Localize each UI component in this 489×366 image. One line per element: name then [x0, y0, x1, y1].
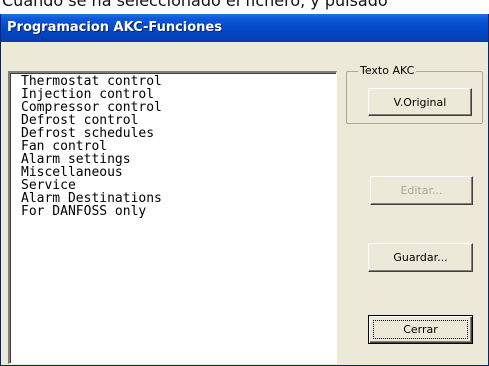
function-list-item[interactable]: For DANFOSS only: [21, 205, 162, 218]
original-text-button[interactable]: V.Original: [368, 88, 472, 116]
close-button-label: Cerrar: [403, 323, 438, 336]
dialog-titlebar[interactable]: Programacion AKC-Funciones: [1, 14, 488, 42]
functions-list: Thermostat control Injection control Compr…: [21, 75, 162, 218]
background-caption-text: Cuando se ha seleccionado el fichero, y …: [2, 0, 388, 10]
dialog-title: Programacion AKC-Funciones: [7, 20, 222, 35]
background-document-caption: Cuando se ha seleccionado el fichero, y …: [0, 0, 489, 14]
close-button[interactable]: Cerrar: [368, 315, 473, 344]
save-button[interactable]: Guardar...: [368, 243, 473, 272]
original-text-button-label: V.Original: [393, 95, 447, 109]
functions-listbox[interactable]: Thermostat control Injection control Compr…: [8, 71, 337, 364]
edit-button-label: Editar...: [400, 184, 443, 197]
edit-button[interactable]: Editar...: [370, 176, 473, 205]
texto-akc-group-label: Texto AKC: [358, 64, 417, 77]
akc-functions-dialog: Programacion AKC-Funciones Thermostat co…: [0, 14, 489, 366]
save-button-label: Guardar...: [393, 251, 448, 264]
